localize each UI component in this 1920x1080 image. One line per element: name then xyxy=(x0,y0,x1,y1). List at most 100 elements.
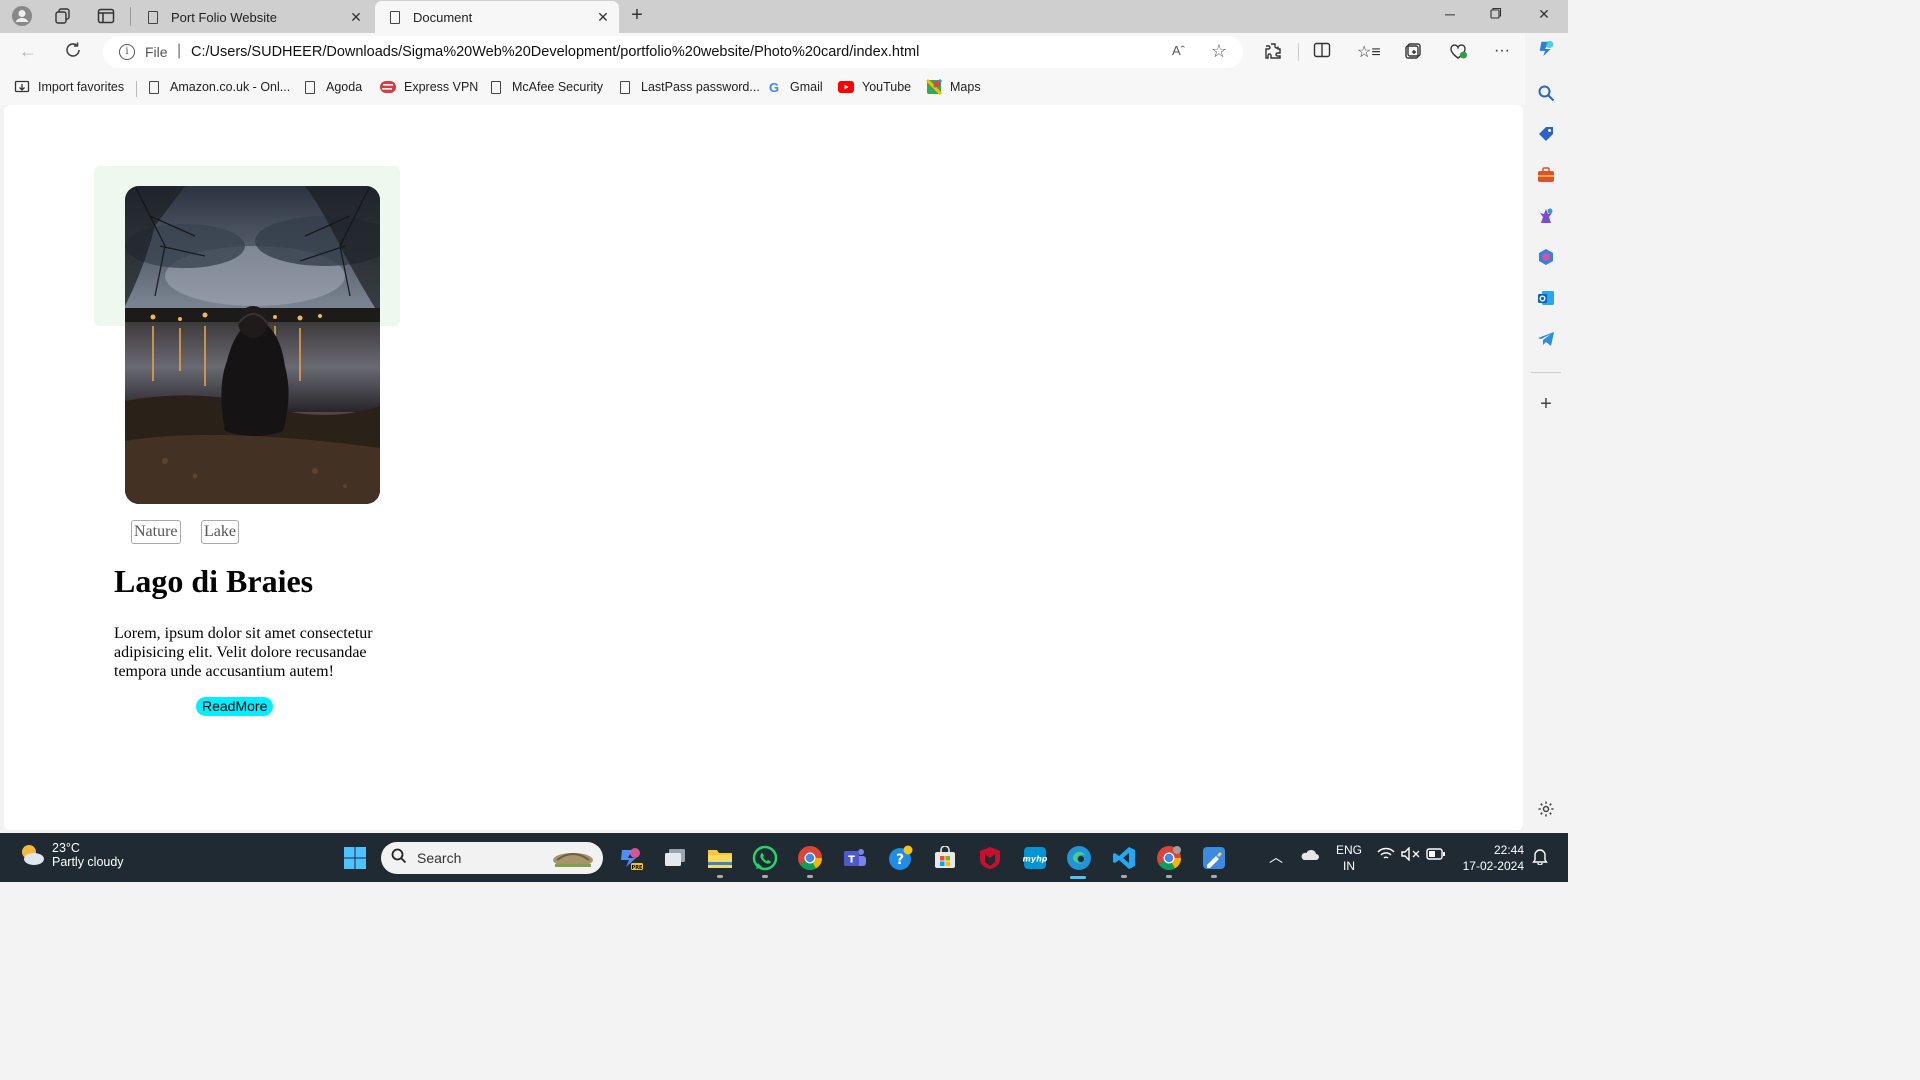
edge-icon[interactable] xyxy=(1066,845,1092,871)
weather-temp: 23°C xyxy=(52,841,80,855)
minimize-button[interactable]: ─ xyxy=(1440,6,1460,22)
collections-icon[interactable] xyxy=(1402,42,1424,65)
tab-title: Document xyxy=(413,9,473,25)
bookmark-amazon[interactable]: Amazon.co.uk - Onl... xyxy=(146,79,290,95)
toolbar-divider xyxy=(1298,43,1299,61)
myhp-icon[interactable]: myhp xyxy=(1022,845,1048,871)
bookmark-label: Agoda xyxy=(326,80,363,94)
wifi-icon[interactable] xyxy=(1377,847,1395,864)
chrome-icon[interactable] xyxy=(797,845,823,871)
running-indicator xyxy=(807,875,813,878)
bookmark-agoda[interactable]: Agoda xyxy=(302,79,362,95)
new-tab-button[interactable]: + xyxy=(626,4,648,27)
taskbar-search[interactable]: Search xyxy=(381,842,603,874)
read-more-button[interactable]: ReadMore xyxy=(196,697,274,716)
microsoft-store-icon[interactable] xyxy=(932,845,958,871)
svg-text:myhp: myhp xyxy=(1023,855,1047,864)
bookmark-maps[interactable]: Maps xyxy=(926,79,981,95)
more-options-icon[interactable]: ··· xyxy=(1491,42,1513,60)
search-icon[interactable] xyxy=(1536,83,1556,103)
running-indicator xyxy=(717,875,723,878)
whatsapp-icon[interactable] xyxy=(752,845,778,871)
workspaces-icon[interactable] xyxy=(51,5,75,27)
bookmark-label: Express VPN xyxy=(404,80,479,94)
help-icon[interactable]: ? xyxy=(887,845,913,871)
bookmark-gmail[interactable]: G Gmail xyxy=(766,79,823,95)
bookmark-mcafee[interactable]: McAfee Security xyxy=(488,79,603,95)
page-icon xyxy=(488,79,504,95)
weather-widget[interactable]: 23°C Partly cloudy xyxy=(18,841,124,869)
add-icon[interactable]: + xyxy=(1536,393,1556,415)
close-window-button[interactable]: ✕ xyxy=(1534,6,1554,23)
bookmark-label: Amazon.co.uk - Onl... xyxy=(170,80,291,94)
url-text[interactable]: C:/Users/SUDHEER/Downloads/Sigma%20Web%2… xyxy=(191,44,919,60)
system-clock[interactable]: 22:44 17-02-2024 xyxy=(1458,842,1524,874)
battery-icon[interactable] xyxy=(1426,847,1446,863)
onedrive-cloud-icon[interactable] xyxy=(1299,847,1319,864)
language-indicator[interactable]: ENG IN xyxy=(1336,842,1362,874)
close-icon[interactable]: ✕ xyxy=(593,9,613,26)
favorite-star-icon[interactable]: ☆ xyxy=(1211,41,1227,62)
bookmark-label: YouTube xyxy=(862,80,912,94)
copilot-icon[interactable] xyxy=(1536,39,1556,59)
browser-essentials-icon[interactable] xyxy=(1447,42,1469,65)
page-icon xyxy=(145,9,161,25)
back-button[interactable]: ← xyxy=(17,41,39,62)
page-viewport: Nature Lake Lago di Braies Lorem, ipsum … xyxy=(4,105,1523,830)
page-icon xyxy=(302,79,318,95)
read-aloud-icon[interactable]: Aˆ xyxy=(1172,43,1185,58)
page-icon xyxy=(387,9,403,25)
clock-date: 17-02-2024 xyxy=(1462,859,1524,873)
vertical-tabs-icon[interactable] xyxy=(94,5,118,27)
windows-start-icon[interactable] xyxy=(342,845,368,871)
bookmark-import-favorites[interactable]: Import favorites xyxy=(14,79,124,95)
address-bar[interactable]: i File | C:/Users/SUDHEER/Downloads/Sigm… xyxy=(103,36,1243,68)
settings-gear-icon[interactable] xyxy=(1536,799,1556,819)
file-explorer-icon[interactable] xyxy=(707,845,733,871)
search-highlight-image xyxy=(551,848,595,873)
restore-button[interactable] xyxy=(1486,6,1506,22)
tab-divider xyxy=(130,7,131,26)
vs-code-icon[interactable] xyxy=(1111,845,1137,871)
bookmark-divider xyxy=(136,81,137,97)
mcafee-icon[interactable] xyxy=(977,845,1003,871)
lake-photo xyxy=(125,186,380,504)
clock-time: 22:44 xyxy=(1493,843,1524,857)
chevron-up-icon[interactable]: ︿ xyxy=(1269,847,1283,867)
tab-port-folio[interactable]: Port Folio Website ✕ xyxy=(133,1,372,33)
games-icon[interactable] xyxy=(1536,206,1556,226)
outlook-icon[interactable] xyxy=(1536,288,1556,308)
telegram-drop-icon[interactable] xyxy=(1536,329,1556,349)
extensions-icon[interactable] xyxy=(1262,42,1284,65)
svg-text:?: ? xyxy=(896,852,904,868)
svg-text:T: T xyxy=(848,855,855,866)
chrome-profile-icon[interactable] xyxy=(1156,845,1182,871)
copilot-preview-icon[interactable]: PRE xyxy=(617,845,643,871)
tools-icon[interactable] xyxy=(1536,165,1556,185)
protocol-label: File xyxy=(145,44,168,60)
profile-icon[interactable] xyxy=(10,5,34,27)
bookmark-youtube[interactable]: YouTube xyxy=(838,79,911,95)
import-icon xyxy=(14,79,30,95)
refresh-button[interactable] xyxy=(62,41,84,64)
paint-icon[interactable] xyxy=(1201,845,1227,871)
google-icon: G xyxy=(768,79,780,95)
microsoft-365-icon[interactable] xyxy=(1536,247,1556,267)
teams-icon[interactable]: T xyxy=(842,845,868,871)
youtube-icon xyxy=(838,79,854,95)
region-code: IN xyxy=(1343,859,1355,873)
info-icon[interactable]: i xyxy=(119,44,135,60)
split-screen-icon[interactable] xyxy=(1311,42,1333,63)
speaker-muted-icon[interactable] xyxy=(1401,846,1421,864)
expressvpn-icon xyxy=(380,79,396,95)
task-view-icon[interactable] xyxy=(662,845,688,871)
bookmark-lastpass[interactable]: LastPass password... xyxy=(617,79,760,95)
tag-lake: Lake xyxy=(201,520,239,544)
bookmark-express-vpn[interactable]: Express VPN xyxy=(380,79,478,95)
shopping-icon[interactable] xyxy=(1536,124,1556,144)
close-icon[interactable]: ✕ xyxy=(346,9,366,26)
favorites-icon[interactable]: ☆≡ xyxy=(1357,42,1381,62)
favorites-bar: Import favorites Amazon.co.uk - Onl... A… xyxy=(0,71,1525,105)
tab-document[interactable]: Document ✕ xyxy=(375,1,619,33)
notification-bell-icon[interactable] xyxy=(1532,847,1548,868)
